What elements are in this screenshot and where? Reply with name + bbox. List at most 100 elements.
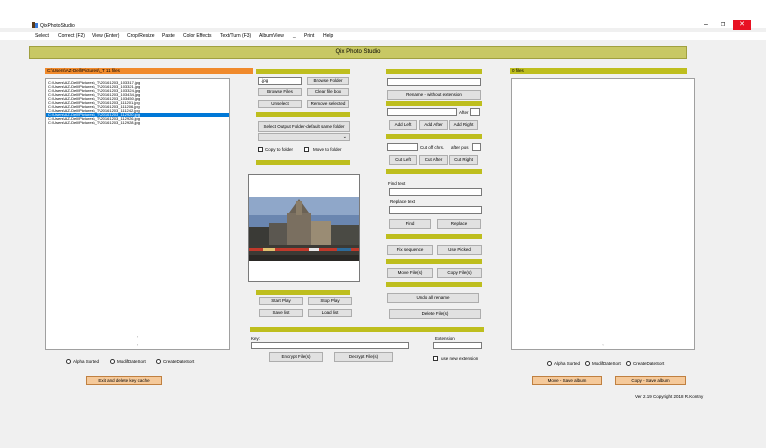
menu-text-turn[interactable]: Text/Turn (F3) xyxy=(220,33,251,39)
olive-divider xyxy=(386,101,482,106)
key-input[interactable] xyxy=(251,342,409,349)
cut-after-pos-input[interactable] xyxy=(472,143,481,151)
target-create-date-sort-radio[interactable] xyxy=(626,361,631,366)
alpha-sorted-label: Alpha Sorted xyxy=(73,359,100,364)
add-left-button[interactable]: Add Left xyxy=(389,120,417,130)
load-list-button[interactable]: Load list xyxy=(308,309,352,317)
find-button[interactable]: Find xyxy=(389,219,431,229)
output-folder-select[interactable]: ⌄ xyxy=(258,133,350,141)
menu-print[interactable]: Print xyxy=(304,33,314,39)
use-picked-button[interactable]: Use Picked xyxy=(437,245,482,255)
app-icon xyxy=(32,22,38,28)
key-label: Key: xyxy=(251,336,261,341)
scroll-left-icon[interactable]: ‹ xyxy=(46,342,229,347)
modif-date-sort-radio[interactable] xyxy=(110,359,115,364)
find-text-label: Find text xyxy=(388,181,406,186)
scroll-left-icon[interactable]: ‹ xyxy=(512,342,694,347)
menu-paste[interactable]: Paste xyxy=(162,33,175,39)
start-play-button[interactable]: Start Play xyxy=(259,297,303,305)
olive-divider xyxy=(256,112,350,117)
rename-input[interactable] xyxy=(387,78,481,86)
source-path-label: C:\Users\AZ-Dell\Pictures\_T 11 files xyxy=(45,68,253,74)
fix-sequence-button[interactable]: Fix sequence xyxy=(387,245,433,255)
delete-files-button[interactable]: Delete File(s) xyxy=(389,309,481,319)
unselect-button[interactable]: Unselect xyxy=(258,100,302,108)
menu-correct[interactable]: Correct (F2) xyxy=(58,33,85,39)
target-modif-date-sort-label: ModifDateSort xyxy=(592,361,621,366)
find-text-input[interactable] xyxy=(389,188,482,196)
move-save-album-button[interactable]: Move - Save album xyxy=(532,376,602,385)
decrypt-files-button[interactable]: Decrypt File(s) xyxy=(334,352,393,362)
olive-divider xyxy=(386,282,482,287)
header-band: Qix Photo Studio xyxy=(29,46,687,59)
olive-divider xyxy=(256,160,350,165)
replace-text-label: Replace text xyxy=(390,199,416,204)
image-preview xyxy=(248,174,360,282)
cut-left-button[interactable]: Cut Left xyxy=(389,155,417,165)
browse-files-button[interactable]: Browse Files xyxy=(258,88,302,96)
menu-color-effects[interactable]: Color Effects xyxy=(183,33,212,39)
add-text-input[interactable] xyxy=(387,108,457,116)
close-button[interactable]: ✕ xyxy=(733,20,751,30)
copy-save-album-button[interactable]: Copy - Save album xyxy=(615,376,686,385)
source-file-list[interactable]: C:\Users\AZ-Dell\Pictures\_T\20161203_10… xyxy=(45,78,230,350)
menu-albumview[interactable]: AlbumView xyxy=(259,33,284,39)
cut-off-chars-input[interactable] xyxy=(387,143,418,151)
menu-select[interactable]: Select xyxy=(35,33,49,39)
scroll-up-icon[interactable]: ‹ xyxy=(46,334,229,339)
minimize-button[interactable]: – xyxy=(698,20,714,30)
olive-divider xyxy=(386,69,482,74)
copy-to-folder-checkbox[interactable] xyxy=(258,147,263,152)
olive-divider xyxy=(250,327,484,332)
target-alpha-sorted-radio[interactable] xyxy=(547,361,552,366)
target-file-list[interactable]: ‹ xyxy=(511,78,695,350)
olive-divider xyxy=(386,134,482,139)
maximize-button[interactable]: ❐ xyxy=(715,20,731,30)
replace-text-input[interactable] xyxy=(389,206,482,214)
undo-all-rename-button[interactable]: Undo all rename xyxy=(387,293,479,303)
new-extension-input[interactable] xyxy=(433,342,482,349)
remove-selected-button[interactable]: Remove selected xyxy=(307,100,349,108)
create-date-sort-radio[interactable] xyxy=(156,359,161,364)
cut-after-button[interactable]: Cut After xyxy=(419,155,448,165)
replace-button[interactable]: Replace xyxy=(437,219,481,229)
exit-delete-cache-button[interactable]: Exit and delete key cache xyxy=(86,376,162,385)
target-modif-date-sort-radio[interactable] xyxy=(585,361,590,366)
chevron-down-icon: ⌄ xyxy=(342,134,347,140)
extension-label: Extension xyxy=(435,336,455,341)
move-files-button[interactable]: Move File(s) xyxy=(387,268,433,278)
copy-files-button[interactable]: Copy File(s) xyxy=(437,268,482,278)
cut-off-chrs-label: Cut off chrs. xyxy=(420,145,445,150)
use-new-extension-checkbox[interactable] xyxy=(433,356,438,361)
menu-view[interactable]: View (Enter) xyxy=(92,33,119,39)
create-date-sort-label: CreateDateSort xyxy=(163,359,195,364)
title-bar xyxy=(0,0,766,28)
extension-filter-input[interactable]: .jpg xyxy=(258,77,302,85)
alpha-sorted-radio[interactable] xyxy=(66,359,71,364)
target-create-date-sort-label: CreateDateSort xyxy=(633,361,665,366)
list-item[interactable]: C:\Users\AZ-Dell\Pictures\_T\20161203_11… xyxy=(46,121,229,125)
menu-crop-resize[interactable]: Crop/Resize xyxy=(127,33,155,39)
select-output-folder-button[interactable]: Select Output Folder-default same folder xyxy=(258,121,350,132)
menu-help[interactable]: Help xyxy=(323,33,333,39)
use-new-extension-label: use new extension xyxy=(441,356,479,361)
stop-play-button[interactable]: Stop Play xyxy=(308,297,352,305)
move-to-folder-checkbox[interactable] xyxy=(304,147,309,152)
after-label: After xyxy=(459,110,469,115)
add-right-button[interactable]: Add Right xyxy=(449,120,478,130)
clear-file-box-button[interactable]: Clear file box xyxy=(307,88,349,96)
add-after-button[interactable]: Add After xyxy=(419,120,448,130)
menu-underscore[interactable]: _ xyxy=(293,33,296,39)
olive-divider xyxy=(256,290,350,295)
browse-folder-button[interactable]: Browse Folder xyxy=(307,77,349,85)
save-list-button[interactable]: Save list xyxy=(259,309,303,317)
rename-without-extension-button[interactable]: Rename - without extension xyxy=(387,90,481,100)
encrypt-files-button[interactable]: Encrypt File(s) xyxy=(269,352,323,362)
after-position-input[interactable] xyxy=(470,108,480,116)
modif-date-sort-label: ModifDateSort xyxy=(117,359,146,364)
version-label: Ver 2.19 Copyright 2018 R.Kontny xyxy=(635,394,704,399)
target-files-label: 0 files xyxy=(510,68,687,74)
cut-right-button[interactable]: Cut Right xyxy=(449,155,478,165)
photo-preview-image xyxy=(249,175,359,281)
olive-divider xyxy=(386,169,482,174)
